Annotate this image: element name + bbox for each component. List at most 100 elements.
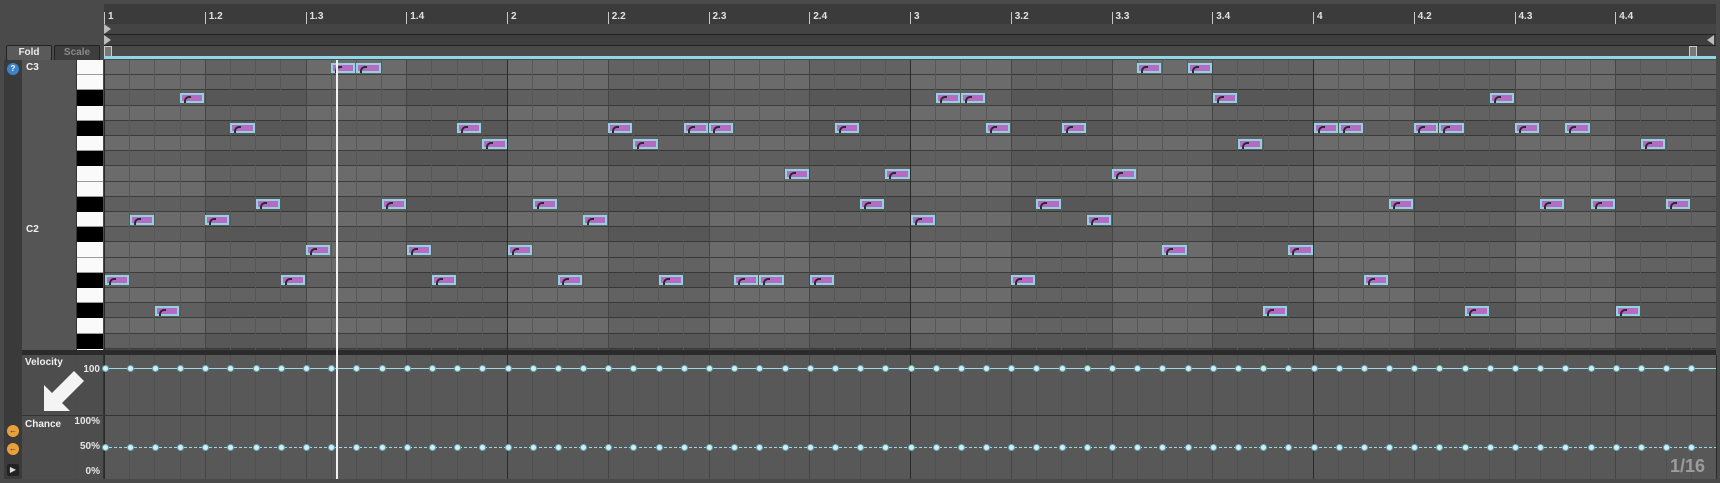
midi-note[interactable] — [1489, 92, 1514, 103]
midi-note[interactable] — [1590, 199, 1615, 210]
chance-handle[interactable] — [882, 444, 890, 451]
velocity-handle[interactable] — [1537, 365, 1545, 372]
velocity-handle[interactable] — [756, 365, 764, 372]
chance-handle[interactable] — [857, 444, 865, 451]
velocity-handle[interactable] — [554, 365, 562, 372]
velocity-handle[interactable] — [504, 365, 512, 372]
midi-note[interactable] — [406, 244, 431, 255]
chance-handle[interactable] — [1109, 444, 1116, 451]
velocity-handle[interactable] — [378, 365, 386, 372]
velocity-handle[interactable] — [781, 365, 789, 372]
chance-handle[interactable] — [1134, 444, 1142, 451]
midi-note[interactable] — [784, 168, 809, 179]
velocity-handle[interactable] — [605, 365, 613, 372]
midi-note[interactable] — [1414, 123, 1439, 134]
chance-handle[interactable] — [1612, 444, 1620, 451]
chance-handle[interactable] — [580, 444, 588, 451]
midi-note[interactable] — [633, 138, 658, 149]
velocity-handle[interactable] — [1109, 365, 1116, 372]
midi-note[interactable] — [1338, 123, 1363, 134]
velocity-handle[interactable] — [1335, 365, 1343, 372]
chance-handle[interactable] — [1461, 444, 1469, 451]
black-key[interactable] — [77, 196, 103, 212]
chance-handle[interactable] — [1512, 444, 1519, 451]
velocity-handle[interactable] — [831, 365, 839, 372]
midi-note[interactable] — [1540, 199, 1565, 210]
scale-button[interactable]: Scale — [54, 45, 100, 61]
loop-brace-bar[interactable] — [104, 35, 1716, 46]
midi-note[interactable] — [1389, 199, 1414, 210]
midi-note[interactable] — [1363, 275, 1389, 286]
midi-note[interactable] — [1464, 305, 1489, 316]
velocity-handle[interactable] — [1436, 365, 1444, 372]
chance-handle[interactable] — [177, 444, 185, 451]
automation-lanes[interactable] — [101, 355, 1717, 479]
midi-note[interactable] — [734, 275, 759, 286]
velocity-handle[interactable] — [1134, 365, 1142, 372]
chance-handle[interactable] — [1260, 444, 1268, 451]
chance-handle[interactable] — [957, 444, 965, 451]
velocity-handle[interactable] — [706, 365, 713, 372]
midi-note[interactable] — [583, 214, 608, 225]
chance-handle[interactable] — [1285, 444, 1293, 451]
chance-handle[interactable] — [303, 444, 310, 451]
chance-handle[interactable] — [731, 444, 739, 451]
chance-handle[interactable] — [529, 444, 537, 451]
chance-handle[interactable] — [630, 444, 638, 451]
midi-note[interactable] — [306, 244, 331, 255]
chance-handle[interactable] — [1058, 444, 1066, 451]
velocity-handle[interactable] — [1562, 365, 1570, 372]
white-key[interactable] — [77, 75, 103, 91]
chance-handle[interactable] — [1033, 444, 1041, 451]
midi-note[interactable] — [935, 92, 960, 103]
chance-handle[interactable] — [1562, 444, 1570, 451]
midi-note[interactable] — [1086, 214, 1111, 225]
velocity-handle[interactable] — [957, 365, 965, 372]
timeline-ruler[interactable]: 1 1.2 1.3 1.4 2 2.2 2.3 2.4 3 3.2 3.3 3.4 4 4.2 4.3 4.4 — [104, 4, 1716, 25]
midi-note[interactable] — [1666, 199, 1691, 210]
velocity-handle[interactable] — [731, 365, 739, 372]
white-key[interactable] — [77, 105, 103, 121]
velocity-handle[interactable] — [1637, 365, 1645, 372]
chance-handle[interactable] — [983, 444, 991, 451]
velocity-handle[interactable] — [1033, 365, 1041, 372]
midi-note[interactable] — [180, 92, 205, 103]
note-grid[interactable] — [104, 60, 1716, 350]
chance-handle[interactable] — [655, 444, 663, 451]
loop-region-line[interactable] — [104, 56, 1716, 59]
velocity-handle[interactable] — [1083, 365, 1091, 372]
chance-handle[interactable] — [252, 444, 260, 451]
velocity-handle[interactable] — [454, 365, 462, 372]
loop-start-marker-icon[interactable] — [104, 35, 111, 45]
black-key[interactable] — [77, 151, 103, 167]
velocity-handle[interactable] — [479, 365, 487, 372]
velocity-handle[interactable] — [177, 365, 185, 372]
chance-handle[interactable] — [680, 444, 688, 451]
velocity-handle[interactable] — [1058, 365, 1066, 372]
black-key[interactable] — [77, 227, 103, 243]
chance-handle[interactable] — [1411, 444, 1419, 451]
chance-handle[interactable] — [403, 444, 411, 451]
velocity-handle[interactable] — [1310, 365, 1318, 372]
velocity-handle[interactable] — [857, 365, 865, 372]
velocity-handle[interactable] — [1209, 365, 1217, 372]
chance-handle[interactable] — [1637, 444, 1645, 451]
midi-note[interactable] — [1565, 123, 1590, 134]
velocity-handle[interactable] — [428, 365, 436, 372]
white-key[interactable] — [77, 212, 103, 228]
midi-note[interactable] — [1137, 62, 1162, 73]
chance-handle[interactable] — [454, 444, 462, 451]
piano-keyboard[interactable] — [77, 60, 103, 350]
arrow-icon[interactable]: ← — [7, 425, 19, 437]
velocity-handle[interactable] — [907, 365, 915, 372]
chance-handle[interactable] — [1310, 444, 1318, 451]
chance-handle[interactable] — [504, 444, 512, 451]
velocity-handle[interactable] — [806, 365, 814, 372]
chance-handle[interactable] — [1436, 444, 1444, 451]
chance-handle[interactable] — [126, 444, 134, 451]
midi-note[interactable] — [1439, 123, 1464, 134]
midi-note[interactable] — [759, 275, 784, 286]
velocity-handle[interactable] — [1612, 365, 1620, 372]
midi-note[interactable] — [809, 275, 834, 286]
midi-note[interactable] — [431, 275, 457, 286]
